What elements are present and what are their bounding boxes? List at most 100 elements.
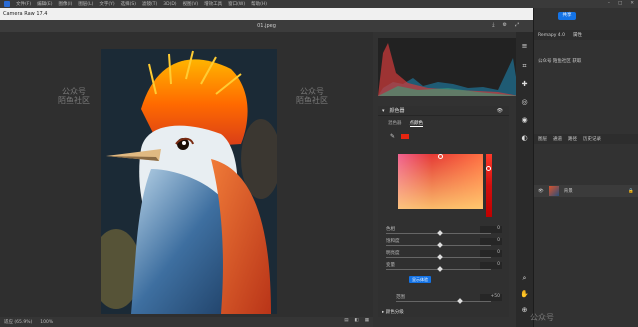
menu-3d[interactable]: 3D(D) [163, 2, 176, 7]
menu-type[interactable]: 文字(Y) [99, 1, 114, 7]
watermark-left: 公众号 陌鱼社区 [58, 87, 90, 105]
zoom-100[interactable]: 100% [40, 320, 53, 325]
mixer-tabs: 混色器 点颜色 [378, 116, 509, 131]
bird-illustration [101, 49, 277, 314]
menu-filter[interactable]: 滤镜(T) [142, 1, 157, 7]
eye-icon[interactable]: 👁 [497, 108, 503, 114]
mask-icon[interactable]: ◎ [520, 98, 529, 107]
menu-view[interactable]: 视图(V) [183, 1, 199, 7]
eyedropper-icon[interactable]: ✎ [390, 133, 395, 140]
bottom-bar: 适应 (65.9%) 100% ▤ ◧ ▦ [0, 317, 373, 327]
tab-properties[interactable]: 属性 [573, 32, 582, 38]
color-grading-header[interactable]: ▸ 颜色分级 [382, 309, 404, 315]
close-icon[interactable]: ✕ [630, 1, 634, 6]
watermark-center: 公众号 陌鱼社区 [296, 87, 328, 105]
tab-layers[interactable]: 图层 [538, 136, 547, 142]
picker-row: ✎ [378, 131, 509, 142]
slider-variance-value[interactable]: 0 [480, 262, 502, 269]
photoshop-logo-icon [4, 1, 10, 7]
slider-saturation[interactable]: 饱和度 0 [386, 238, 502, 248]
heal-icon[interactable]: ✚ [520, 80, 529, 89]
maximize-icon[interactable]: □ [618, 1, 622, 6]
filename: 01.jpeg [257, 23, 276, 29]
chevron-down-icon[interactable]: ▾ [382, 108, 385, 114]
color-grading-title: 颜色分级 [385, 310, 404, 315]
slider-range-track[interactable] [396, 301, 491, 302]
menu-help[interactable]: 帮助(H) [251, 1, 267, 7]
watermark-line1: 公众号 [300, 87, 324, 96]
slider-hue-value[interactable]: 0 [480, 226, 502, 233]
canvas-area [0, 32, 373, 317]
panel-header[interactable]: ▾ 颜色器 👁 [378, 106, 509, 116]
slider-variance-thumb[interactable] [437, 266, 443, 272]
panel-title: 颜色器 [389, 108, 405, 114]
menu-edit[interactable]: 编辑(E) [37, 1, 52, 7]
watermark-line2: 陌鱼社区 [58, 96, 90, 105]
show-experience-button[interactable]: 显示体验 [409, 276, 431, 283]
slider-luminance[interactable]: 明亮度 0 [386, 250, 502, 260]
slider-range-thumb[interactable] [457, 298, 463, 304]
slider-variance[interactable]: 变量 0 [386, 262, 502, 272]
color-field[interactable] [398, 154, 483, 209]
tab-paths[interactable]: 路径 [568, 136, 577, 142]
tab-point-color[interactable]: 点颜色 [409, 120, 423, 127]
ps-menubar: 文件(F) 编辑(E) 图像(I) 图层(L) 文字(Y) 选择(S) 滤镜(T… [0, 0, 638, 8]
slider-luminance-thumb[interactable] [437, 254, 443, 260]
color-field-handle[interactable] [438, 154, 443, 159]
sampler-icon[interactable]: ⊕ [520, 306, 529, 315]
filmstrip-icon[interactable]: ▤ [344, 318, 348, 323]
grid-icon[interactable]: ▦ [365, 318, 369, 323]
picked-color-swatch[interactable] [401, 134, 410, 139]
camera-raw-title: Camera Raw 17.4 [3, 11, 48, 17]
watermark-line1: 公众号 [530, 313, 554, 322]
watermark-bottom-right: 公众号 [530, 313, 554, 322]
slider-saturation-label: 饱和度 [386, 239, 400, 244]
zoom-fit[interactable]: 适应 (65.9%) [4, 319, 32, 325]
menu-select[interactable]: 选择(S) [121, 1, 136, 7]
chevron-right-icon[interactable]: ▸ [382, 310, 384, 315]
slider-hue[interactable]: 色相 0 [386, 226, 502, 236]
visibility-eye-icon[interactable]: 👁 [538, 189, 544, 194]
fullscreen-icon[interactable]: ⤢ [515, 22, 519, 28]
color-mixer-panel: ▾ 颜色器 👁 混色器 点颜色 ✎ 色相 0 饱和度 0 明亮度 0 变量 0 … [378, 106, 509, 317]
slider-saturation-value[interactable]: 0 [480, 238, 502, 245]
layer-row[interactable]: 👁 背景 🔒 [534, 185, 638, 197]
menu-window[interactable]: 窗口(W) [228, 1, 245, 7]
camera-raw-titlebar: Camera Raw 17.4 [0, 8, 533, 20]
slider-luminance-label: 明亮度 [386, 251, 400, 256]
hand-icon[interactable]: ✋ [520, 290, 529, 299]
zoom-icon[interactable]: ⌕ [520, 274, 529, 283]
menu-plugins[interactable]: 增效工具 [204, 1, 222, 7]
lock-icon[interactable]: 🔒 [628, 189, 634, 194]
histogram-graph [378, 43, 519, 96]
compare-icon[interactable]: ◧ [354, 318, 358, 323]
tab-channels[interactable]: 通道 [553, 136, 562, 142]
tab-mixer[interactable]: 混色器 [388, 120, 402, 127]
save-icon[interactable]: ⤓ [492, 22, 494, 28]
crop-icon[interactable]: ⌗ [520, 62, 529, 71]
menu-layer[interactable]: 图层(L) [78, 1, 93, 7]
share-button[interactable]: 共享 [558, 12, 576, 20]
layers-tabs: 图层 通道 路径 历史记录 [534, 134, 638, 144]
slider-luminance-value[interactable]: 0 [480, 250, 502, 257]
redeye-icon[interactable]: ◉ [520, 116, 529, 125]
tab-remapy[interactable]: Remapy 4.0 [538, 33, 565, 38]
histogram [378, 38, 519, 96]
minimize-icon[interactable]: – [608, 1, 610, 6]
slider-saturation-thumb[interactable] [437, 242, 443, 248]
hue-handle[interactable] [486, 166, 491, 171]
edit-icon[interactable]: ≡ [520, 42, 529, 51]
slider-hue-thumb[interactable] [437, 230, 443, 236]
menu-image[interactable]: 图像(I) [58, 1, 72, 7]
menu-file[interactable]: 文件(F) [16, 1, 31, 7]
settings-icon[interactable]: ⚙ [503, 22, 507, 28]
slider-range-value[interactable]: +50 [480, 294, 502, 301]
hue-strip[interactable] [486, 154, 492, 217]
tab-history[interactable]: 历史记录 [583, 136, 601, 142]
layer-thumbnail [548, 186, 559, 196]
photoshop-side-panel: 共享 Remapy 4.0 属性 公众号 陌鱼社区 获取 图层 通道 路径 历史… [533, 8, 638, 327]
presets-icon[interactable]: ◐ [520, 134, 529, 143]
slider-range[interactable]: 范围 +50 [386, 294, 502, 304]
slider-variance-label: 变量 [386, 263, 395, 268]
window-controls: – □ ✕ [608, 1, 634, 6]
